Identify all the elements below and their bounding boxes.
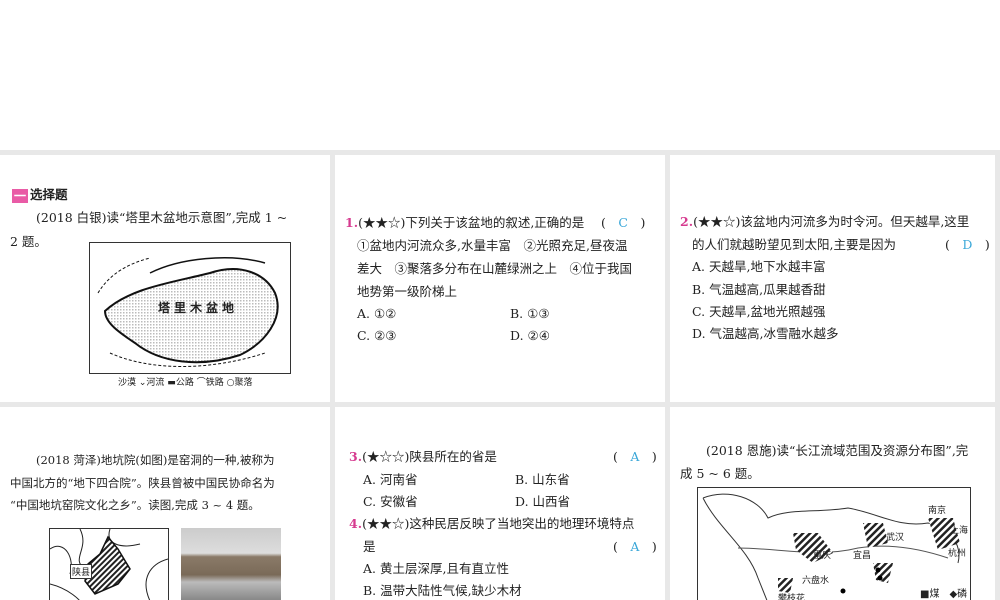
section-title: 选择题	[30, 187, 68, 202]
question-text: 是	[363, 539, 376, 554]
question-text: 下列关于该盆地的叙述,正确的是	[405, 215, 585, 230]
city-label: 重庆	[813, 551, 832, 561]
intro-text: 成 5 ~ 6 题。	[680, 466, 760, 481]
question-3-stem: 3.(★☆☆)陕县所在的省是	[349, 446, 497, 469]
section-icon: 一	[12, 188, 28, 203]
intro-text: (2018 菏泽)地坑院(如图)是窑洞的一种,被称为	[36, 453, 275, 467]
difficulty-stars: (★★☆)	[693, 214, 741, 229]
city-label: 武汉	[886, 533, 905, 543]
question-4-stem: 4.(★★☆)这种民居反映了当地突出的地理环境特点	[349, 513, 634, 536]
intro-text: 2 题。	[10, 234, 47, 249]
answer-bracket: ( A )	[613, 449, 657, 464]
panel-questions-3-4: 3.(★☆☆)陕县所在的省是 ( A ) A. 河南省 B. 山东省 C. 安徽…	[335, 407, 665, 600]
map-legend: ■煤 ◆磷	[920, 589, 968, 600]
question-text: ①盆地内河流众多,水量丰富 ②光照充足,昼夜温	[357, 238, 628, 253]
city-label: 六盘水	[802, 576, 830, 586]
map-label: 塔里木盆地	[158, 301, 239, 315]
gutter	[995, 150, 1000, 600]
panel-intro-2: (2018 菏泽)地坑院(如图)是窑洞的一种,被称为 中国北方的“地下四合院”。…	[0, 407, 330, 600]
question-text: 这种民居反映了当地突出的地理环境特点	[409, 516, 635, 531]
city-label: 杭州	[948, 549, 967, 559]
answer: A	[630, 539, 640, 554]
option-c[interactable]: C. 天越旱,盆地光照越强	[692, 301, 826, 324]
intro-text: “中国地坑窑院文化之乡”。读图,完成 3 ~ 4 题。	[10, 498, 260, 512]
option-c[interactable]: C. ②③	[357, 325, 396, 348]
option-b[interactable]: B. 温带大陆性气候,缺少木材	[363, 580, 522, 600]
panel-question-1: 1.(★★☆)下列关于该盆地的叙述,正确的是 ( C ) ①盆地内河流众多,水量…	[335, 155, 665, 402]
city-label: 南京	[928, 506, 947, 516]
question-1-stem: 1.(★★☆)下列关于该盆地的叙述,正确的是	[345, 212, 584, 235]
answer-bracket: ( A )	[613, 539, 657, 554]
legend-item: 沙漠	[118, 378, 137, 388]
question-number: 2.	[680, 214, 694, 229]
answer: D	[962, 237, 973, 252]
legend-item: 公路	[175, 378, 194, 388]
city-label: 攀枝花	[778, 594, 806, 600]
legend-item: 聚落	[234, 378, 253, 388]
question-text: 地势第一级阶梯上	[357, 284, 458, 299]
city-label: 宜昌	[853, 551, 872, 561]
option-b[interactable]: B. ①③	[510, 303, 550, 326]
legend-item: 铁路	[205, 378, 224, 388]
answer: A	[630, 449, 640, 464]
difficulty-stars: (★★☆)	[358, 215, 406, 230]
option-d[interactable]: D. 气温越高,冰雪融水越多	[692, 323, 839, 346]
option-d[interactable]: D. 山西省	[515, 491, 570, 514]
map-drawing	[49, 528, 169, 600]
answer-bracket: ( C )	[601, 215, 646, 230]
option-b[interactable]: B. 气温越高,瓜果越香甜	[692, 279, 826, 302]
answer: C	[618, 215, 628, 230]
question-text: 的人们就越盼望见到太阳,主要是因为	[692, 237, 896, 252]
intro-text: 中国北方的“地下四合院”。陕县曾被中国民协命名为	[10, 476, 275, 490]
option-a[interactable]: A. 天越旱,地下水越丰富	[692, 256, 825, 279]
pit-courtyard-photo	[181, 528, 281, 600]
city-label: 上海	[950, 526, 969, 536]
difficulty-stars: (★☆☆)	[362, 449, 410, 464]
option-a[interactable]: A. ①②	[357, 303, 396, 326]
shanxian-map: 陕县	[49, 528, 169, 600]
tarim-basin-map: 塔里木盆地	[89, 242, 291, 374]
question-number: 4.	[349, 516, 363, 531]
panel-intro-1: 一选择题 (2018 白银)读“塔里木盆地示意图”,完成 1 ~ 2 题。 塔里…	[0, 155, 330, 402]
panel-intro-3: (2018 恩施)读“长江流域范围及资源分布图”,完 成 5 ~ 6 题。 南京…	[670, 407, 995, 600]
option-c[interactable]: C. 安徽省	[363, 491, 418, 514]
question-text: 差大 ③聚落多分布在山麓绿洲之上 ④位于我国	[357, 261, 633, 276]
question-number: 1.	[345, 215, 359, 230]
question-2-stem: 2.(★★☆)该盆地内河流多为时令河。但天越旱,这里	[680, 211, 969, 234]
map-legend: 沙漠 ⌄河流 ▬公路 ⌒铁路 ○聚落	[118, 378, 253, 388]
section-heading: 一选择题	[12, 184, 68, 207]
question-text: 该盆地内河流多为时令河。但天越旱,这里	[740, 214, 970, 229]
question-number: 3.	[349, 449, 363, 464]
option-d[interactable]: D. ②④	[510, 325, 550, 348]
answer-bracket: ( D )	[945, 237, 990, 252]
legend-item: 煤	[929, 589, 940, 600]
map-label: 陕县	[70, 564, 93, 579]
intro-text: (2018 恩施)读“长江流域范围及资源分布图”,完	[706, 443, 969, 458]
legend-item: 河流	[146, 378, 165, 388]
difficulty-stars: (★★☆)	[362, 516, 410, 531]
option-b[interactable]: B. 山东省	[515, 469, 570, 492]
legend-item: 磷	[957, 589, 968, 600]
yangtze-basin-map: 南京 上海 武汉 杭州 重庆 宜昌 六盘水 攀枝花 ■煤 ◆磷	[697, 487, 971, 600]
option-a[interactable]: A. 河南省	[363, 469, 417, 492]
intro-text: (2018 白银)读“塔里木盆地示意图”,完成 1 ~	[36, 210, 288, 225]
option-a[interactable]: A. 黄土层深厚,且有直立性	[363, 558, 509, 581]
panel-question-2: 2.(★★☆)该盆地内河流多为时令河。但天越旱,这里 的人们就越盼望见到太阳,主…	[670, 155, 995, 402]
question-text: 陕县所在的省是	[409, 449, 497, 464]
